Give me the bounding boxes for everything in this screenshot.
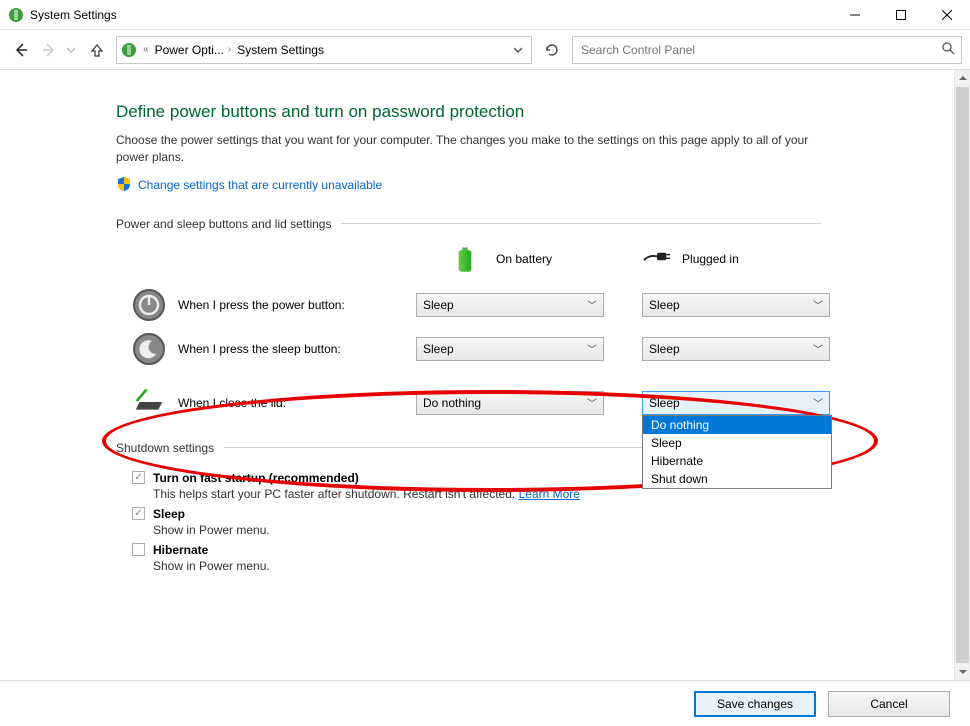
scroll-up-arrow[interactable] bbox=[955, 70, 970, 86]
sleep-checkbox-row: Sleep Show in Power menu. bbox=[132, 507, 954, 537]
dropdown-option[interactable]: Do nothing bbox=[643, 416, 831, 434]
breadcrumb-item[interactable]: System Settings bbox=[237, 43, 324, 57]
window-controls bbox=[832, 0, 970, 30]
breadcrumb-label: System Settings bbox=[237, 43, 324, 57]
save-changes-button[interactable]: Save changes bbox=[694, 691, 816, 717]
address-icon bbox=[121, 42, 137, 58]
plugged-column-header: Plugged in bbox=[642, 247, 739, 271]
battery-column-header: On battery bbox=[456, 247, 552, 271]
chevron-down-icon: ﹀ bbox=[813, 341, 823, 356]
power-button-row: When I press the power button: Sleep ﹀ S… bbox=[116, 283, 954, 327]
fast-startup-checkbox[interactable] bbox=[132, 471, 145, 484]
row-label: When I close the lid: bbox=[178, 396, 404, 410]
maximize-button[interactable] bbox=[878, 0, 924, 30]
change-settings-link[interactable]: Change settings that are currently unava… bbox=[138, 178, 382, 192]
column-label: Plugged in bbox=[682, 252, 739, 266]
column-label: On battery bbox=[496, 252, 552, 266]
hibernate-checkbox-row: Hibernate Show in Power menu. bbox=[132, 543, 954, 573]
section-label: Power and sleep buttons and lid settings bbox=[116, 217, 331, 231]
select-value: Sleep bbox=[423, 342, 454, 356]
breadcrumb-item[interactable]: Power Opti... › bbox=[155, 43, 232, 57]
dropdown-option[interactable]: Shut down bbox=[643, 470, 831, 488]
plug-icon bbox=[642, 247, 672, 271]
battery-icon bbox=[456, 247, 486, 271]
titlebar: System Settings bbox=[0, 0, 970, 30]
select-value: Sleep bbox=[649, 396, 680, 410]
divider bbox=[224, 447, 704, 448]
checkbox-subtext: This helps start your PC faster after sh… bbox=[153, 487, 954, 501]
minimize-button[interactable] bbox=[832, 0, 878, 30]
up-button[interactable] bbox=[84, 37, 110, 63]
hibernate-checkbox[interactable] bbox=[132, 543, 145, 556]
select-value: Sleep bbox=[649, 298, 680, 312]
divider bbox=[341, 223, 821, 224]
close-button[interactable] bbox=[924, 0, 970, 30]
close-lid-plugged-select[interactable]: Sleep ﹀ Do nothing Sleep Hibernate Shut … bbox=[642, 391, 830, 415]
power-button-plugged-select[interactable]: Sleep ﹀ bbox=[642, 293, 830, 317]
app-icon bbox=[8, 7, 24, 23]
dropdown-option[interactable]: Sleep bbox=[643, 434, 831, 452]
address-bar[interactable]: « Power Opti... › System Settings bbox=[116, 36, 532, 64]
vertical-scrollbar[interactable] bbox=[954, 70, 970, 680]
window-title: System Settings bbox=[30, 8, 832, 22]
sleep-button-plugged-select[interactable]: Sleep ﹀ bbox=[642, 337, 830, 361]
breadcrumb-label: Power Opti... bbox=[155, 43, 224, 57]
section-header: Power and sleep buttons and lid settings bbox=[116, 217, 954, 231]
admin-link-row: Change settings that are currently unava… bbox=[116, 176, 954, 195]
checkbox-label: Hibernate bbox=[153, 543, 208, 557]
dropdown-options: Do nothing Sleep Hibernate Shut down bbox=[642, 415, 832, 489]
history-dropdown[interactable] bbox=[64, 37, 78, 63]
address-dropdown[interactable] bbox=[509, 46, 527, 54]
search-input[interactable] bbox=[579, 42, 941, 58]
chevron-down-icon: ﹀ bbox=[813, 395, 823, 410]
row-label: When I press the power button: bbox=[178, 298, 404, 312]
checkbox-label: Turn on fast startup (recommended) bbox=[153, 471, 359, 485]
chevron-down-icon: ﹀ bbox=[587, 395, 597, 410]
scroll-down-arrow[interactable] bbox=[955, 664, 970, 680]
chevron-down-icon: ﹀ bbox=[587, 297, 597, 312]
sleep-button-row: When I press the sleep button: Sleep ﹀ S… bbox=[116, 327, 954, 371]
column-headers: On battery Plugged in bbox=[116, 247, 954, 271]
refresh-button[interactable] bbox=[538, 36, 566, 64]
select-value: Sleep bbox=[649, 342, 680, 356]
page-description: Choose the power settings that you want … bbox=[116, 132, 836, 166]
search-bar[interactable] bbox=[572, 36, 962, 64]
scroll-thumb[interactable] bbox=[956, 87, 969, 663]
breadcrumb-sep: « bbox=[143, 44, 149, 55]
sleep-checkbox[interactable] bbox=[132, 507, 145, 520]
checkbox-subtext: Show in Power menu. bbox=[153, 559, 954, 573]
cancel-button[interactable]: Cancel bbox=[828, 691, 950, 717]
page-title: Define power buttons and turn on passwor… bbox=[116, 102, 954, 122]
chevron-down-icon: ﹀ bbox=[813, 297, 823, 312]
close-lid-battery-select[interactable]: Do nothing ﹀ bbox=[416, 391, 604, 415]
power-button-battery-select[interactable]: Sleep ﹀ bbox=[416, 293, 604, 317]
close-lid-row: When I close the lid: Do nothing ﹀ Sleep… bbox=[116, 381, 954, 425]
shield-icon bbox=[116, 176, 132, 195]
back-button[interactable] bbox=[8, 37, 34, 63]
laptop-lid-icon bbox=[132, 386, 166, 420]
sleep-button-icon bbox=[132, 332, 166, 366]
chevron-down-icon: ﹀ bbox=[587, 341, 597, 356]
row-label: When I press the sleep button: bbox=[178, 342, 404, 356]
select-value: Sleep bbox=[423, 298, 454, 312]
chevron-right-icon: › bbox=[228, 44, 231, 55]
checkbox-subtext: Show in Power menu. bbox=[153, 523, 954, 537]
footer-bar: Save changes Cancel bbox=[0, 680, 970, 726]
select-value: Do nothing bbox=[423, 396, 481, 410]
content-area: Define power buttons and turn on passwor… bbox=[0, 70, 954, 680]
forward-button[interactable] bbox=[36, 37, 62, 63]
learn-more-link[interactable]: Learn More bbox=[519, 487, 580, 501]
checkbox-label: Sleep bbox=[153, 507, 185, 521]
power-button-icon bbox=[132, 288, 166, 322]
navigation-bar: « Power Opti... › System Settings bbox=[0, 30, 970, 70]
search-icon[interactable] bbox=[941, 41, 955, 58]
dropdown-option[interactable]: Hibernate bbox=[643, 452, 831, 470]
section-label: Shutdown settings bbox=[116, 441, 214, 455]
sleep-button-battery-select[interactable]: Sleep ﹀ bbox=[416, 337, 604, 361]
